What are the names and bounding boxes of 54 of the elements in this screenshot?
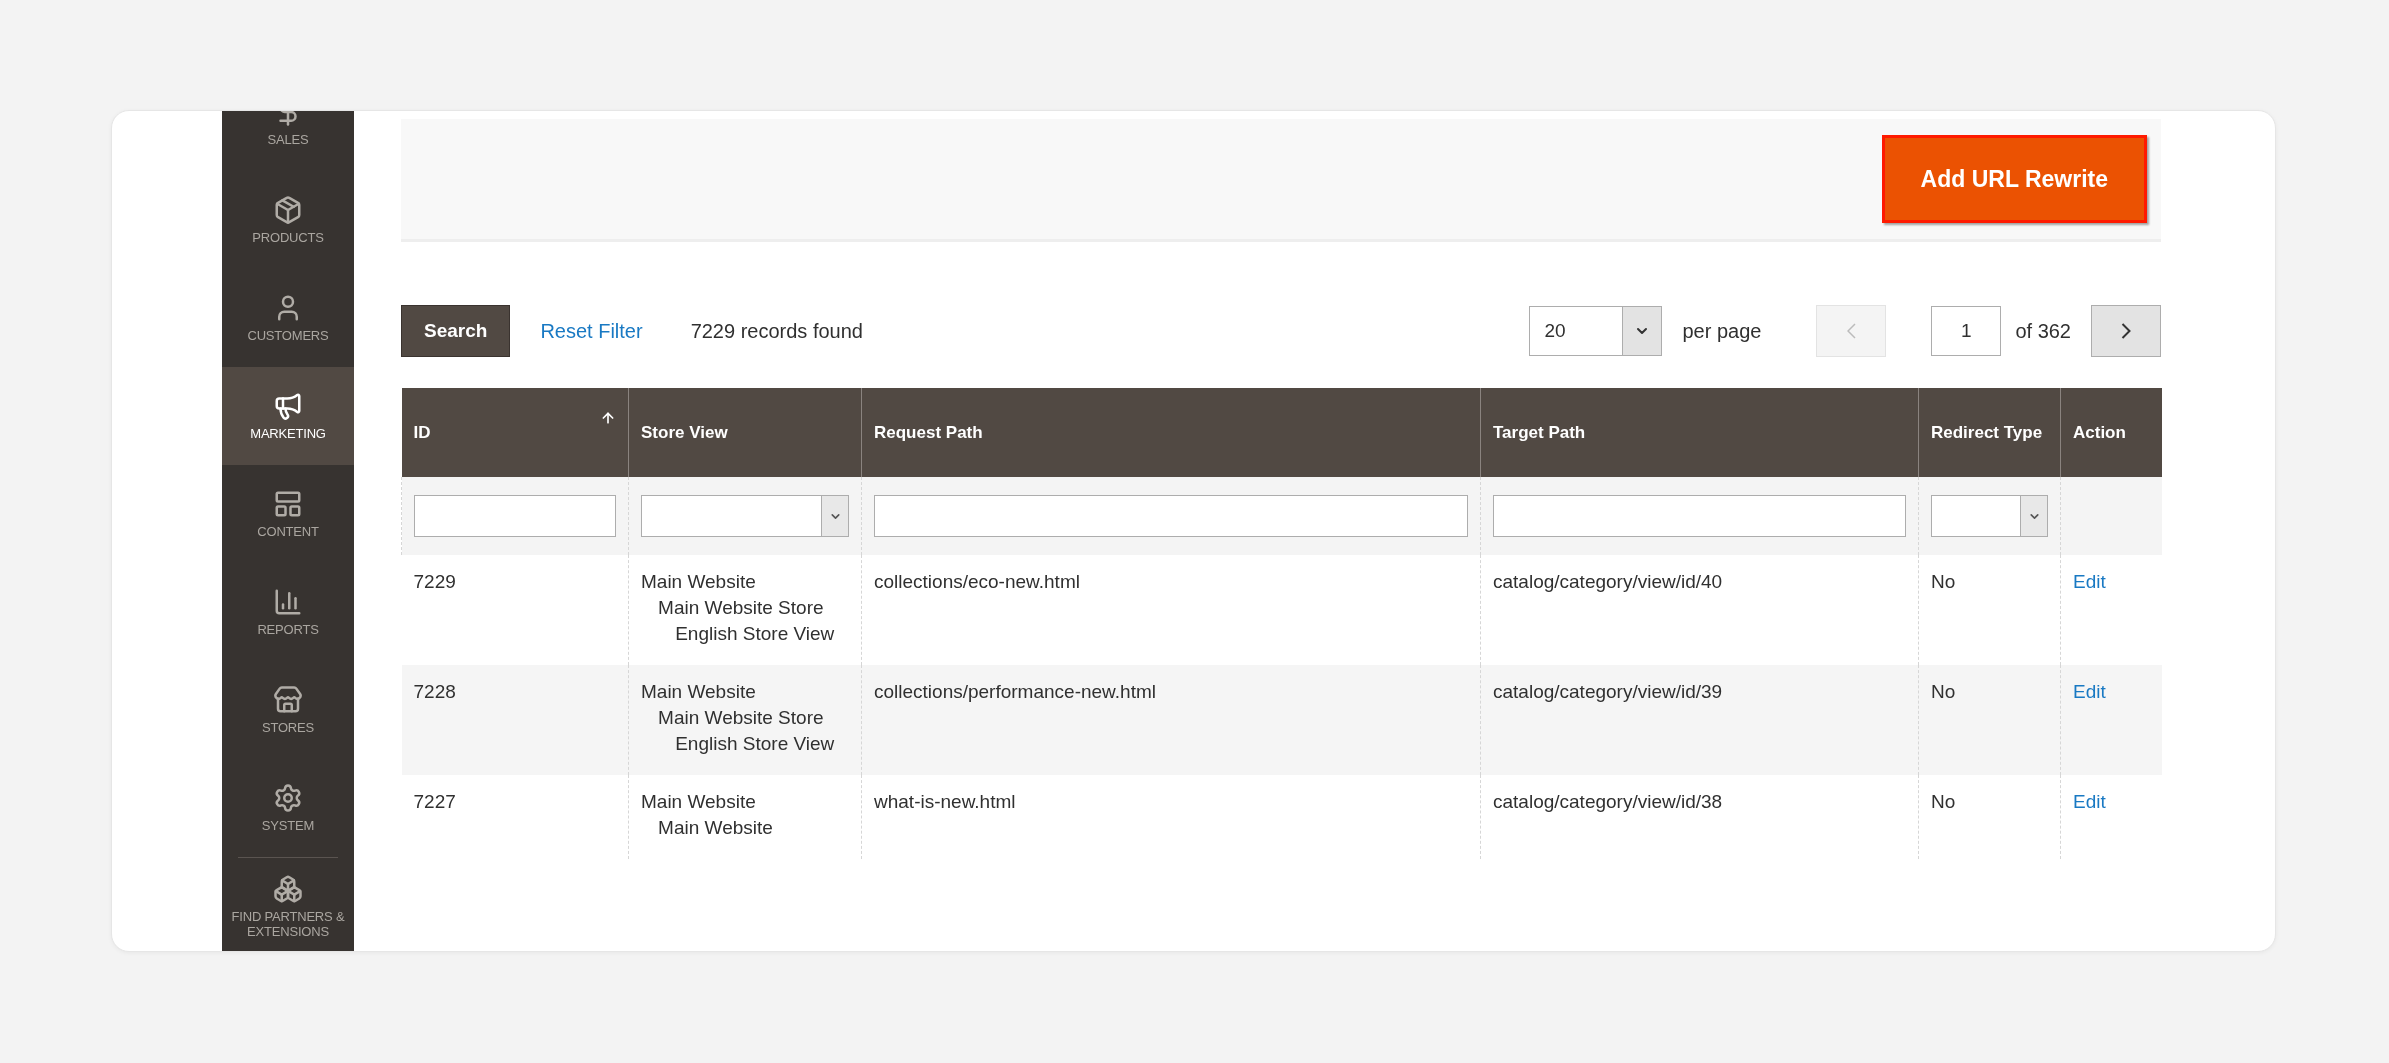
sidebar-item[interactable]: SALES <box>222 111 354 171</box>
sidebar-item[interactable]: PRODUCTS <box>222 171 354 269</box>
per-page-label: per page <box>1682 319 1762 343</box>
table-cell: catalog/category/view/id/40 <box>1480 555 1919 665</box>
records-count: 7229 records found <box>690 319 863 343</box>
table-cell: collections/eco-new.html <box>861 555 1481 665</box>
add-url-rewrite-button[interactable]: Add URL Rewrite <box>1881 135 2147 223</box>
store-view-cell: Main Website Main Website Store English Store View <box>628 665 862 775</box>
chevron-right-icon <box>2121 323 2131 339</box>
store-view-cell: Main Website Main Website Store English Store View <box>628 555 862 665</box>
table-cell: 7228 <box>401 665 629 775</box>
sidebar-item[interactable]: CUSTOMERS <box>222 269 354 367</box>
filter-field[interactable] <box>414 495 616 537</box>
box-icon <box>273 194 303 225</box>
page-number-field[interactable]: 1 <box>1931 306 2002 356</box>
column-header[interactable]: Request Path <box>861 388 1481 477</box>
next-page-button[interactable] <box>2091 305 2161 357</box>
table-cell: 7229 <box>401 555 629 665</box>
table-cell: catalog/category/view/id/39 <box>1480 665 1919 775</box>
table-cell: catalog/category/view/id/38 <box>1480 775 1919 859</box>
sidebar-item[interactable]: SYSTEM <box>222 759 354 857</box>
table-cell: collections/performance-new.html <box>861 665 1481 775</box>
sidebar-item[interactable]: MARKETING <box>222 367 354 465</box>
store-view-cell: Main Website Main Website <box>628 775 862 859</box>
column-header[interactable]: Target Path <box>1480 388 1919 477</box>
sidebar-item[interactable]: FIND PARTNERS & EXTENSIONS <box>222 858 354 951</box>
column-header[interactable]: Action <box>2060 388 2162 477</box>
chevron-left-icon <box>1846 323 1856 339</box>
table-cell: what-is-new.html <box>861 775 1481 859</box>
edit-link[interactable]: Edit <box>2073 571 2106 592</box>
page-total: of 362 <box>2015 319 2071 343</box>
column-header[interactable]: ID <box>401 388 629 477</box>
column-header[interactable]: Redirect Type <box>1918 388 2061 477</box>
table-cell: 7227 <box>401 775 629 859</box>
table-cell: No <box>1918 665 2061 775</box>
edit-link[interactable]: Edit <box>2073 681 2106 702</box>
storefront-icon <box>273 684 303 715</box>
per-page-select[interactable]: 20 <box>1529 306 1663 356</box>
settings-icon <box>273 782 303 813</box>
sort-arrow-icon <box>600 410 616 426</box>
column-header[interactable]: Store View <box>628 388 862 477</box>
table-cell: No <box>1918 775 2061 859</box>
sidebar-item[interactable]: REPORTS <box>222 563 354 661</box>
filter-select[interactable] <box>641 495 849 537</box>
filter-field[interactable] <box>874 495 1468 537</box>
table-cell: No <box>1918 555 2061 665</box>
reset-filter-link[interactable]: Reset Filter <box>540 319 643 343</box>
edit-link[interactable]: Edit <box>2073 791 2106 812</box>
filter-select[interactable] <box>1931 495 2048 537</box>
boxes-icon <box>273 874 303 905</box>
filter-field[interactable] <box>1493 495 1906 537</box>
sidebar-item[interactable]: CONTENT <box>222 465 354 563</box>
search-button[interactable]: Search <box>401 305 511 357</box>
sidebar-item[interactable]: STORES <box>222 661 354 759</box>
